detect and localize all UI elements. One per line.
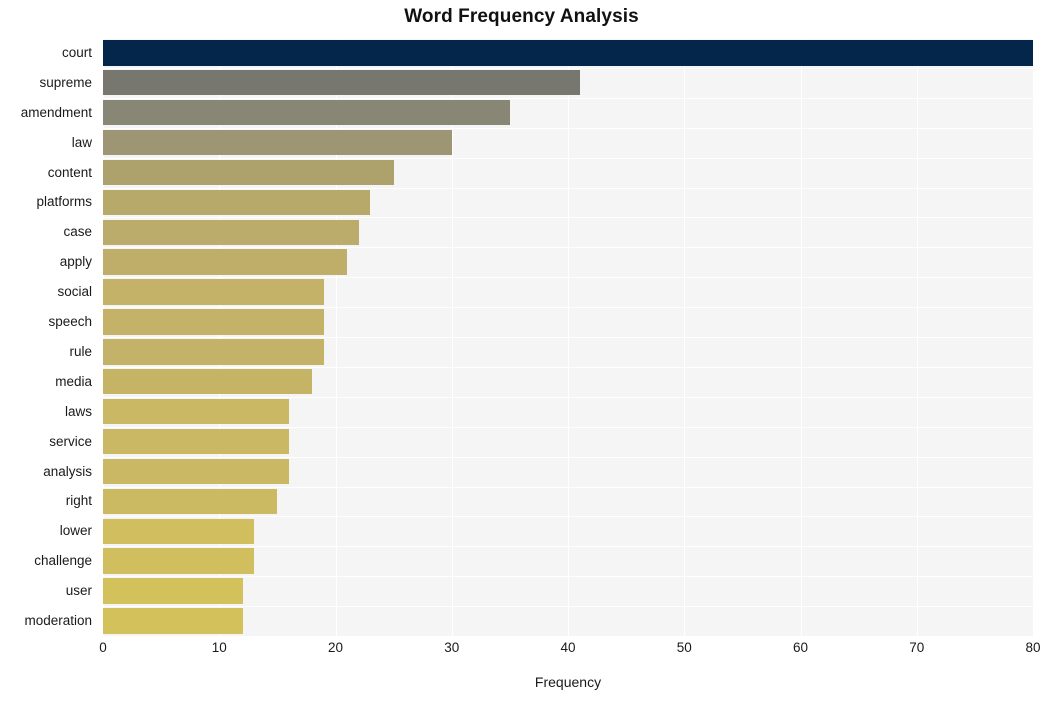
bar-row xyxy=(103,546,1033,576)
y-tick-label-law: law xyxy=(71,134,92,150)
y-tick-label-service: service xyxy=(49,433,92,449)
bar-row xyxy=(103,457,1033,487)
bar-supreme[interactable] xyxy=(103,70,580,96)
bar-content[interactable] xyxy=(103,159,394,186)
x-tick-label-30: 30 xyxy=(444,640,460,655)
bar-laws[interactable] xyxy=(103,398,289,425)
bar-court[interactable] xyxy=(103,40,1033,66)
y-tick-label-laws: laws xyxy=(64,403,92,419)
bar-row xyxy=(103,128,1033,158)
bar-right[interactable] xyxy=(103,488,278,515)
bar-row xyxy=(103,38,1033,68)
y-tick-label-media: media xyxy=(55,373,92,389)
chart-title: Word Frequency Analysis xyxy=(404,6,639,27)
bar-row xyxy=(103,576,1033,606)
y-tick-label-rule: rule xyxy=(69,343,92,359)
bar-row xyxy=(103,606,1033,636)
bar-user[interactable] xyxy=(103,578,243,604)
bar-social[interactable] xyxy=(103,279,324,305)
x-tick-label-60: 60 xyxy=(792,640,809,655)
bar-row xyxy=(103,307,1033,337)
y-tick-label-court: court xyxy=(61,44,92,60)
y-tick-label-lower: lower xyxy=(59,523,92,539)
x-axis-tick-labels: 0 10 20 30 40 50 60 70 80 xyxy=(99,640,1040,662)
bar-row xyxy=(103,188,1033,218)
y-axis-tick-labels: court supreme amendment law content platforms… xyxy=(0,38,97,636)
y-tick-label-speech: speech xyxy=(48,314,92,330)
x-tick-label-50: 50 xyxy=(676,640,692,655)
bar-media[interactable] xyxy=(103,369,313,395)
y-tick-label-content: content xyxy=(47,164,92,180)
bar-amendment[interactable] xyxy=(103,99,510,126)
bar-row xyxy=(103,217,1033,247)
bar-rule[interactable] xyxy=(103,339,324,365)
bar-speech[interactable] xyxy=(103,309,324,335)
y-tick-label-user: user xyxy=(65,583,92,599)
x-tick-label-70: 70 xyxy=(909,640,925,655)
x-tick-label-0: 0 xyxy=(99,640,107,655)
bar-row xyxy=(103,68,1033,98)
bar-row xyxy=(103,367,1033,397)
y-tick-label-amendment: amendment xyxy=(20,104,92,120)
x-tick-label-10: 10 xyxy=(211,640,227,655)
bar-case[interactable] xyxy=(103,219,359,245)
y-tick-label-right: right xyxy=(65,493,92,509)
bar-service[interactable] xyxy=(103,428,289,455)
bar-row xyxy=(103,158,1033,188)
bar-row xyxy=(103,247,1033,277)
plot-area xyxy=(103,38,1034,637)
y-tick-label-apply: apply xyxy=(59,254,92,270)
bar-law[interactable] xyxy=(103,129,452,156)
gridline-horizontal xyxy=(103,636,1033,637)
bar-apply[interactable] xyxy=(103,249,348,275)
bar-row xyxy=(103,397,1033,427)
x-axis-title: Frequency xyxy=(534,674,602,690)
y-tick-label-social: social xyxy=(57,284,92,300)
y-tick-label-challenge: challenge xyxy=(34,553,92,569)
x-tick-label-40: 40 xyxy=(560,640,576,655)
y-tick-label-supreme: supreme xyxy=(39,74,92,90)
bar-row xyxy=(103,427,1033,457)
bar-row xyxy=(103,487,1033,517)
x-tick-label-80: 80 xyxy=(1025,640,1041,655)
bars-layer xyxy=(103,38,1033,636)
gridline-vertical xyxy=(1033,38,1034,636)
bar-challenge[interactable] xyxy=(103,548,255,574)
bar-lower[interactable] xyxy=(103,518,255,544)
y-tick-label-platforms: platforms xyxy=(36,194,92,210)
bar-row xyxy=(103,277,1033,307)
y-tick-label-moderation: moderation xyxy=(24,613,92,629)
bar-row xyxy=(103,337,1033,367)
x-tick-label-20: 20 xyxy=(327,640,344,655)
chart-figure: Word Frequency Analysis court supreme amen… xyxy=(0,0,1043,701)
bar-analysis[interactable] xyxy=(103,458,289,485)
bar-row xyxy=(103,98,1033,128)
y-tick-label-case: case xyxy=(63,224,92,240)
bar-platforms[interactable] xyxy=(103,189,371,216)
y-tick-label-analysis: analysis xyxy=(43,463,92,479)
bar-moderation[interactable] xyxy=(103,608,243,634)
bar-row xyxy=(103,516,1033,546)
